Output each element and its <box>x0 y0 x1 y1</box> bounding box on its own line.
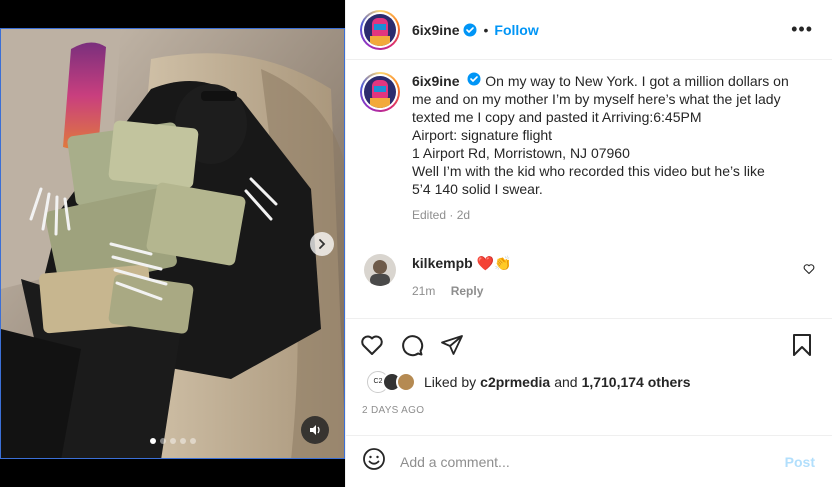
comment-button[interactable] <box>400 333 424 357</box>
likes-connector: and <box>554 374 578 390</box>
verified-badge-icon <box>463 23 477 37</box>
add-comment-bar: Post <box>346 435 832 487</box>
caption-meta: Edited · 2d <box>412 206 789 224</box>
post-info-panel: 6ix9ine • Follow ••• 6ix9ine On my way t… <box>345 0 832 487</box>
caption-username[interactable]: 6ix9ine <box>412 73 459 89</box>
likes-prefix: Liked by <box>424 374 477 390</box>
author-avatar[interactable] <box>360 9 400 50</box>
heart-icon <box>361 335 383 355</box>
caption-line: Well I’m with the kid who recorded this … <box>412 163 765 179</box>
comments-section: 6ix9ine On my way to New York. I got a m… <box>346 60 832 318</box>
caption-line: texted me I copy and pasted it Arriving:… <box>412 109 702 125</box>
post-caption: 6ix9ine On my way to New York. I got a m… <box>360 72 819 224</box>
speaker-icon <box>310 425 320 435</box>
caption-line: 1 Airport Rd, Morristown, NJ 07960 <box>412 145 630 161</box>
comment-bubble-icon <box>402 334 424 356</box>
follow-button[interactable]: Follow <box>494 22 538 38</box>
comment-like-button[interactable] <box>803 262 815 280</box>
carousel-dot <box>190 438 196 444</box>
edited-label: Edited <box>412 208 447 222</box>
likes-summary: C2 Liked by c2prmedia and 1,710,174 othe… <box>367 371 691 393</box>
likes-count[interactable]: 1,710,174 others <box>582 374 691 390</box>
carousel-dot <box>150 438 156 444</box>
like-button[interactable] <box>360 333 384 357</box>
verified-badge-icon <box>467 72 481 86</box>
heart-icon <box>803 264 815 275</box>
liker-avatar <box>396 372 416 392</box>
carousel-dot <box>180 438 186 444</box>
paper-plane-icon <box>441 334 463 355</box>
comment-text: ❤️👏 <box>476 255 512 271</box>
comment-input[interactable] <box>400 453 760 470</box>
avatar-image <box>364 76 396 108</box>
caption-line: On my way to New York. I got a million d… <box>485 73 789 89</box>
carousel-dot <box>170 438 176 444</box>
first-liker[interactable]: c2prmedia <box>480 374 550 390</box>
caption-line: 5’4 140 solid I swear. <box>412 181 543 197</box>
comment-meta: 21m Reply <box>412 282 803 300</box>
next-slide-button[interactable] <box>310 232 334 256</box>
bookmark-icon <box>793 334 811 356</box>
caption-line: me and on my mother I’m by myself here’s… <box>412 91 781 107</box>
caption-author-avatar[interactable] <box>360 72 400 112</box>
caption-age[interactable]: 2d <box>457 208 470 222</box>
jet-cabin-photo <box>1 29 344 458</box>
carousel-dot <box>160 438 166 444</box>
caption-text: 6ix9ine On my way to New York. I got a m… <box>412 72 789 224</box>
avatar-image <box>364 13 396 46</box>
caption-line: Airport: signature flight <box>412 127 553 143</box>
header-separator: • <box>483 21 489 38</box>
post-date[interactable]: 2 DAYS AGO <box>362 405 424 416</box>
share-button[interactable] <box>440 333 464 357</box>
comment-age[interactable]: 21m <box>412 284 435 298</box>
post-header: 6ix9ine • Follow ••• <box>346 0 832 60</box>
post-media <box>0 0 345 487</box>
instagram-post: 6ix9ine • Follow ••• 6ix9ine On my way t… <box>0 0 832 487</box>
save-button[interactable] <box>791 333 813 362</box>
more-options-icon[interactable]: ••• <box>791 20 813 38</box>
comment-body: kilkempb ❤️👏 21m Reply <box>412 254 803 300</box>
author-username[interactable]: 6ix9ine <box>412 22 459 38</box>
commenter-username[interactable]: kilkempb <box>412 255 473 271</box>
liker-avatars[interactable]: C2 <box>367 371 416 393</box>
meta-dot: · <box>449 208 454 222</box>
reply-button[interactable]: Reply <box>451 284 484 298</box>
sound-toggle-button[interactable] <box>301 416 329 444</box>
emoji-smile-icon[interactable] <box>362 447 386 476</box>
avatar-image <box>364 254 396 286</box>
commenter-avatar[interactable] <box>364 254 396 286</box>
post-comment-button[interactable]: Post <box>785 454 815 470</box>
carousel-indicator <box>150 438 196 444</box>
post-photo[interactable] <box>0 28 345 459</box>
action-bar <box>346 318 832 370</box>
comment-item: kilkempb ❤️👏 21m Reply <box>360 254 819 300</box>
chevron-right-icon <box>319 239 326 249</box>
